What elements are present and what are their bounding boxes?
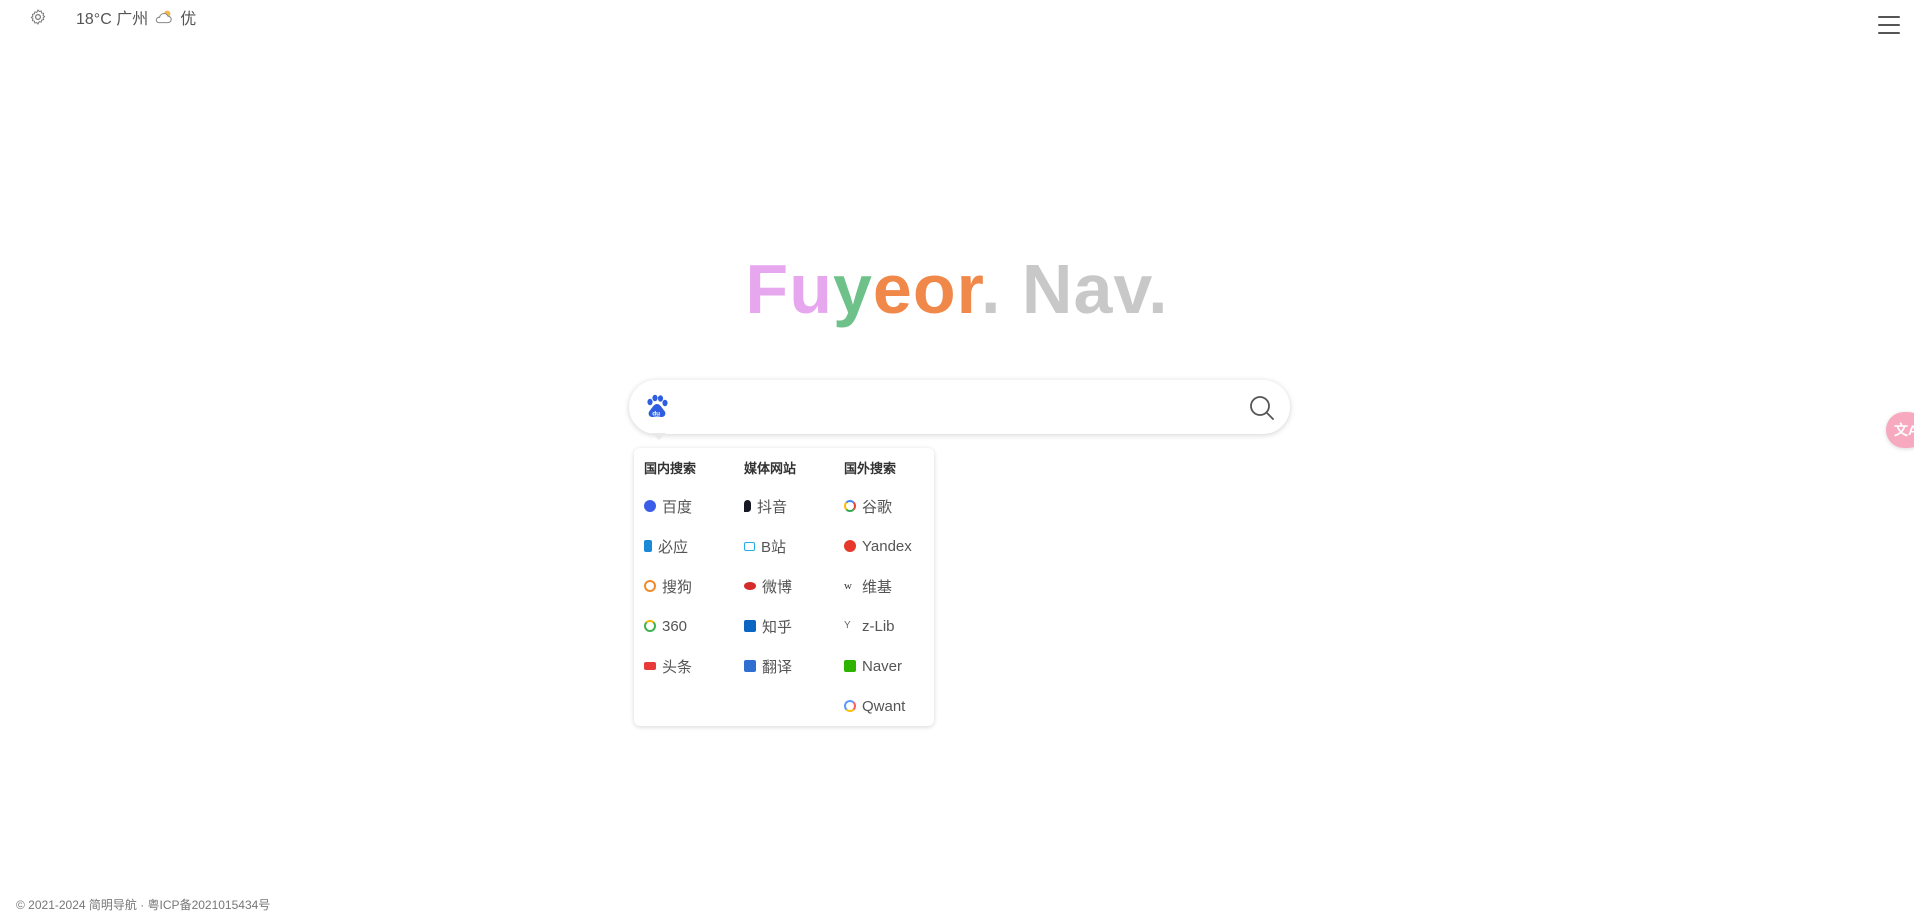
- engine-item-baidu[interactable]: 百度: [644, 494, 692, 518]
- engine-item-translate[interactable]: 翻译: [744, 654, 792, 678]
- search-input[interactable]: [685, 388, 1229, 428]
- engine-item-weibo[interactable]: 微博: [744, 574, 792, 598]
- weather-widget[interactable]: 18°C 广州 优: [76, 5, 196, 29]
- engine-item-sogou[interactable]: 搜狗: [644, 574, 692, 598]
- douyin-icon: [744, 500, 751, 512]
- engine-item-bing[interactable]: 必应: [644, 534, 688, 558]
- site-logo: Fuyeor. Nav.: [745, 250, 1169, 328]
- baidu-icon: [644, 500, 656, 512]
- 360-icon: [644, 620, 656, 632]
- naver-icon: [844, 660, 856, 672]
- translate-icon: [744, 660, 756, 672]
- wikipedia-icon: w: [844, 580, 852, 592]
- translate-float-button[interactable]: 文A: [1886, 412, 1914, 448]
- toutiao-icon: [644, 662, 656, 670]
- sogou-icon: [644, 580, 656, 592]
- dropdown-caret: [652, 433, 666, 440]
- engine-item-bilibili[interactable]: B站: [744, 534, 786, 558]
- engine-item-douyin[interactable]: 抖音: [744, 494, 787, 518]
- zlib-icon: Y: [844, 620, 851, 631]
- engine-item-yandex[interactable]: Yandex: [844, 534, 912, 558]
- engine-item-zlib[interactable]: Y z-Lib: [844, 614, 895, 638]
- footer-copyright: © 2021-2024 简明导航 · 粤ICP备2021015434号: [16, 898, 271, 912]
- weibo-icon: [744, 582, 756, 590]
- engine-item-google[interactable]: 谷歌: [844, 494, 892, 518]
- zhihu-icon: [744, 620, 756, 632]
- engine-item-qwant[interactable]: Qwant: [844, 694, 905, 718]
- bilibili-icon: [744, 541, 755, 551]
- svg-text:du: du: [652, 411, 660, 418]
- google-icon: [844, 500, 856, 512]
- gear-icon[interactable]: [29, 8, 47, 26]
- translate-icon: 文A: [1894, 422, 1914, 438]
- column-title: 媒体网站: [744, 461, 797, 476]
- engine-item-zhihu[interactable]: 知乎: [744, 614, 792, 638]
- engine-item-wikipedia[interactable]: w 维基: [844, 574, 892, 598]
- hamburger-menu-icon[interactable]: [1878, 16, 1900, 36]
- engine-dropdown: 国内搜索 百度 必应 搜狗 360 头条 媒体网站 抖音 B站 微博 知乎 翻译…: [634, 448, 934, 726]
- engine-item-360[interactable]: 360: [644, 614, 687, 638]
- engine-item-toutiao[interactable]: 头条: [644, 654, 692, 678]
- qwant-icon: [844, 700, 856, 712]
- baidu-icon[interactable]: du: [643, 393, 671, 421]
- air-quality-label: 优: [180, 11, 197, 28]
- yandex-icon: [844, 540, 856, 552]
- search-icon[interactable]: [1248, 394, 1276, 422]
- column-title: 国外搜索: [844, 461, 897, 476]
- partly-cloudy-icon: [156, 10, 172, 24]
- weather-text: 18°C 广州: [76, 11, 149, 28]
- search-box: du: [629, 380, 1290, 434]
- bing-icon: [644, 540, 652, 552]
- column-title: 国内搜索: [644, 461, 697, 476]
- engine-item-naver[interactable]: Naver: [844, 654, 902, 678]
